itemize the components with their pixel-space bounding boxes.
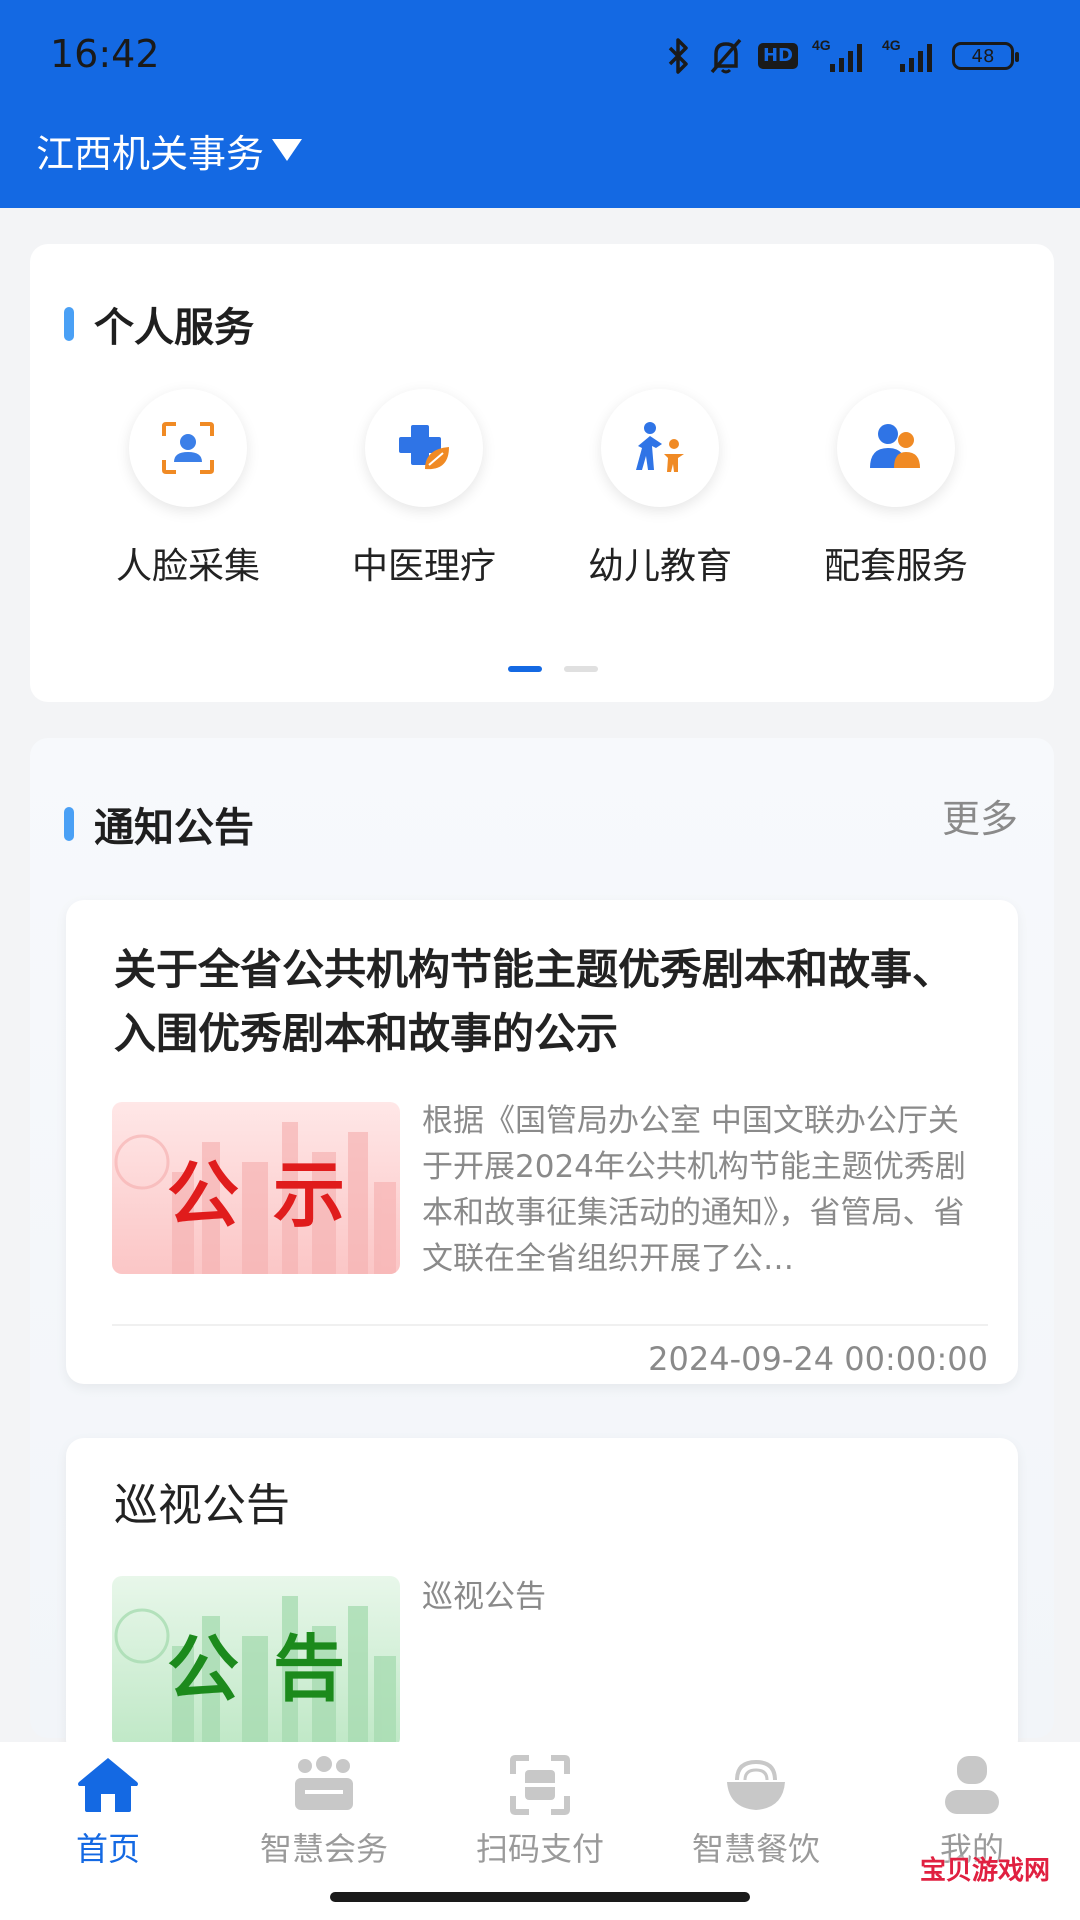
service-tcm-therapy[interactable]: 中医理疗 xyxy=(306,389,542,589)
caret-down-icon xyxy=(272,139,303,161)
battery-level: 48 xyxy=(971,45,995,67)
tab-label: 智慧餐饮 xyxy=(691,1830,820,1868)
notices-card: 通知公告 更多 关于全省公共机构节能主题优秀剧本和故事、入围优秀剧本和故事的公示… xyxy=(30,738,1054,1758)
notice-thumbnail: 公示 xyxy=(112,1102,400,1274)
personal-services-header: 个人服务 xyxy=(64,294,254,354)
app-header: 16:42 HD 4G 4G 48 江西机关事务 xyxy=(0,0,1080,208)
notices-header: 通知公告 xyxy=(64,794,254,854)
meeting-icon xyxy=(295,1756,353,1810)
section-accent-bar xyxy=(64,807,74,841)
pager-dot[interactable] xyxy=(564,666,598,672)
watermark-text: 宝贝游戏网 xyxy=(919,1856,1050,1886)
thumbnail-label: 公示 xyxy=(166,1152,379,1237)
notice-summary: 根据《国管局办公室 中国文联办公厅关于开展2024年公共机构节能主题优秀剧本和故… xyxy=(422,1103,966,1277)
home-indicator[interactable] xyxy=(330,1892,750,1902)
service-label: 人脸采集 xyxy=(115,546,260,587)
signal-4g-icon: 4G xyxy=(812,37,862,72)
notice-title: 关于全省公共机构节能主题优秀剧本和故事、入围优秀剧本和故事的公示 xyxy=(114,945,955,1058)
notice-title: 巡视公告 xyxy=(114,1480,290,1531)
notice-item[interactable]: 巡视公告 公告 巡视公告 xyxy=(66,1438,1018,1758)
notice-summary: 巡视公告 xyxy=(422,1579,546,1615)
tab-scan-pay[interactable]: 扫码支付 xyxy=(432,1752,648,1870)
profile-icon xyxy=(945,1756,999,1814)
scan-icon xyxy=(510,1755,570,1815)
notice-item[interactable]: 关于全省公共机构节能主题优秀剧本和故事、入围优秀剧本和故事的公示 公示 根据《国… xyxy=(66,900,1018,1384)
bluetooth-icon xyxy=(668,38,688,74)
status-bar: 16:42 HD 4G 4G 48 xyxy=(0,0,1080,115)
divider xyxy=(112,1324,988,1326)
service-grid: 人脸采集 中医理疗 幼儿教育 配套服务 xyxy=(70,389,1014,589)
more-link[interactable]: 更多 xyxy=(942,788,1018,843)
tab-label: 扫码支付 xyxy=(475,1830,604,1868)
tab-smart-dining[interactable]: 智慧餐饮 xyxy=(648,1752,864,1870)
service-support[interactable]: 配套服务 xyxy=(778,389,1014,589)
section-title: 通知公告 xyxy=(94,805,254,851)
tab-label: 首页 xyxy=(75,1830,140,1868)
org-selector[interactable]: 江西机关事务 xyxy=(36,120,303,180)
face-scan-icon xyxy=(129,389,247,507)
parent-child-icon xyxy=(601,389,719,507)
pager-dot-active[interactable] xyxy=(508,666,542,672)
home-icon xyxy=(78,1758,138,1812)
app-title: 江西机关事务 xyxy=(36,131,265,176)
medical-cross-leaf-icon xyxy=(365,389,483,507)
signal-4g-icon-2: 4G xyxy=(882,37,932,72)
status-time: 16:42 xyxy=(50,32,160,76)
hd-badge: HD xyxy=(757,43,798,69)
section-accent-bar xyxy=(64,307,74,341)
service-label: 幼儿教育 xyxy=(587,546,732,587)
mute-bell-icon xyxy=(710,38,742,74)
thumbnail-label: 公告 xyxy=(166,1626,379,1711)
tab-home[interactable]: 首页 xyxy=(0,1752,216,1870)
svg-text:4G: 4G xyxy=(812,37,831,53)
service-early-education[interactable]: 幼儿教育 xyxy=(542,389,778,589)
people-service-icon xyxy=(837,389,955,507)
tab-label: 智慧会务 xyxy=(259,1830,388,1868)
status-icons: HD 4G 4G 48 xyxy=(664,34,1019,78)
dining-bowl-icon xyxy=(727,1759,785,1810)
tab-smart-meeting[interactable]: 智慧会务 xyxy=(216,1752,432,1870)
service-label: 中医理疗 xyxy=(351,546,496,587)
section-title: 个人服务 xyxy=(94,305,254,351)
service-face-capture[interactable]: 人脸采集 xyxy=(70,389,306,589)
battery-icon: 48 xyxy=(952,42,1019,70)
service-pager xyxy=(508,666,598,672)
service-label: 配套服务 xyxy=(823,546,968,587)
notice-thumbnail: 公告 xyxy=(112,1576,400,1748)
personal-services-card: 个人服务 人脸采集 中医理疗 幼儿教育 配套服务 xyxy=(30,244,1054,702)
notice-date: 2024-09-24 00:00:00 xyxy=(648,1340,988,1378)
svg-text:4G: 4G xyxy=(882,37,901,53)
